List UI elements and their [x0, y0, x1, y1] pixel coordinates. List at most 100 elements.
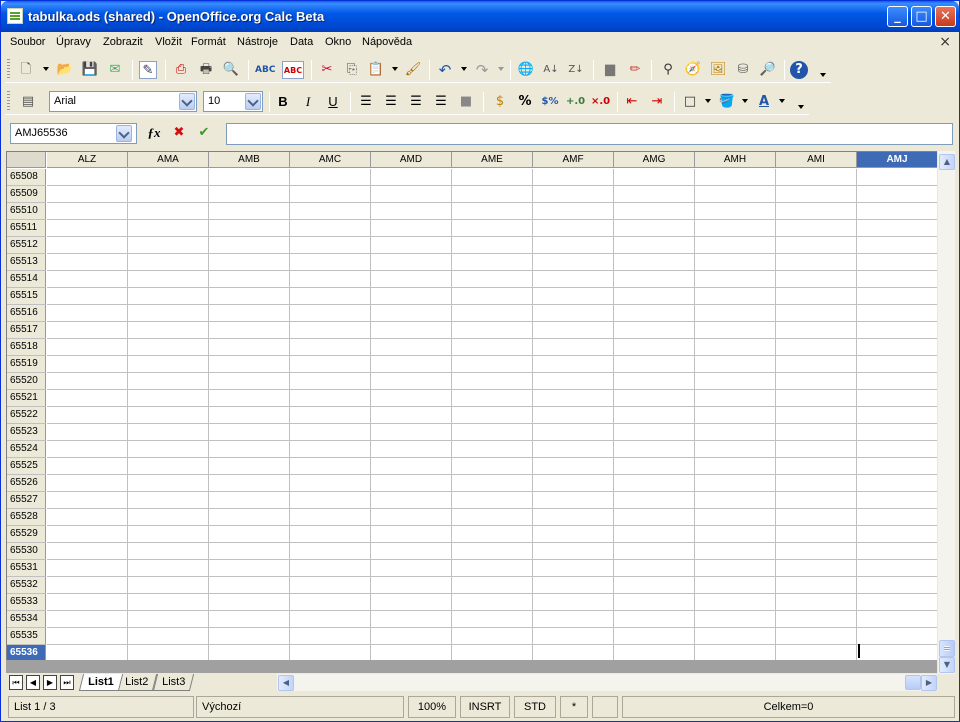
menu-napoveda[interactable]: Nápověda	[362, 36, 412, 48]
toolbar-overflow-icon[interactable]	[798, 105, 804, 109]
row-header[interactable]: 65521	[7, 390, 46, 407]
name-box-dropdown[interactable]	[115, 123, 133, 144]
menu-format[interactable]: Formát	[191, 36, 226, 48]
row-header[interactable]: 65535	[7, 628, 46, 645]
scroll-down-icon[interactable]: ▼	[939, 657, 955, 673]
print-icon[interactable]: 🖶	[197, 61, 215, 79]
borders-dropdown-icon[interactable]	[705, 99, 711, 103]
font-size-combo[interactable]: 10	[203, 91, 263, 112]
column-header[interactable]: AMF	[533, 152, 614, 168]
navigator-icon[interactable]: 🧭	[684, 61, 702, 79]
menu-zobrazit[interactable]: Zobrazit	[103, 36, 143, 48]
borders-icon[interactable]: □	[681, 93, 699, 111]
last-sheet-icon[interactable]: ⏭	[60, 675, 74, 690]
first-sheet-icon[interactable]: ⏮	[9, 675, 23, 690]
open-folder-icon[interactable]: 📂	[56, 61, 74, 79]
row-header[interactable]: 65520	[7, 373, 46, 390]
row-header[interactable]: 65518	[7, 339, 46, 356]
maximize-button[interactable]: □	[911, 6, 932, 27]
toolbar-overflow-icon[interactable]	[820, 73, 826, 77]
chart-icon[interactable]: ▆	[601, 61, 619, 79]
row-header[interactable]: 65530	[7, 543, 46, 560]
delete-decimal-icon[interactable]: ×.0	[591, 93, 610, 111]
status-sum[interactable]: Celkem=0	[622, 696, 955, 718]
row-header[interactable]: 65514	[7, 271, 46, 288]
percent-format-button[interactable]: %	[516, 93, 534, 111]
gallery-icon[interactable]: 🖼	[709, 61, 727, 79]
undo-dropdown-icon[interactable]	[461, 67, 467, 71]
merge-cells-icon[interactable]: ■	[457, 93, 475, 111]
column-header[interactable]: AMB	[209, 152, 290, 168]
background-color-icon[interactable]: 🪣	[718, 93, 736, 111]
sheet-tab-list3[interactable]: List3	[152, 674, 195, 691]
email-document-icon[interactable]: ✉	[106, 61, 124, 79]
toolbar-grip[interactable]	[7, 91, 10, 111]
status-page-style[interactable]: Výchozí	[196, 696, 404, 718]
row-header[interactable]: 65533	[7, 594, 46, 611]
column-header[interactable]: AMG	[614, 152, 695, 168]
draw-functions-icon[interactable]: ✏	[626, 61, 644, 79]
column-header[interactable]: AMH	[695, 152, 776, 168]
sheet-tab-list1[interactable]: List1	[78, 674, 123, 691]
title-bar[interactable]: tabulka.ods (shared) - OpenOffice.org Ca…	[1, 1, 959, 32]
menu-soubor[interactable]: Soubor	[10, 36, 45, 48]
close-button[interactable]: ✕	[935, 6, 956, 27]
autospellcheck-icon[interactable]: ABC	[282, 61, 304, 79]
export-pdf-icon[interactable]: ⎙	[172, 61, 190, 79]
row-header[interactable]: 65531	[7, 560, 46, 577]
select-all-corner[interactable]	[7, 152, 46, 168]
font-size-dropdown-icon[interactable]	[245, 93, 261, 110]
row-header[interactable]: 65516	[7, 305, 46, 322]
new-dropdown-icon[interactable]	[43, 67, 49, 71]
vertical-scroll-thumb[interactable]	[939, 640, 955, 657]
cut-icon[interactable]: ✂	[318, 61, 336, 79]
cancel-edit-icon[interactable]: ✖	[170, 124, 188, 142]
font-color-dropdown-icon[interactable]	[779, 99, 785, 103]
row-header[interactable]: 65534	[7, 611, 46, 628]
row-header[interactable]: 65524	[7, 441, 46, 458]
font-color-icon[interactable]: A	[755, 93, 773, 111]
copy-icon[interactable]: ⎘	[343, 61, 361, 79]
undo-icon[interactable]: ↶	[436, 61, 454, 79]
row-header[interactable]: 65525	[7, 458, 46, 475]
font-name-dropdown-icon[interactable]	[179, 93, 195, 110]
row-header[interactable]: 65508	[7, 169, 46, 186]
accept-edit-icon[interactable]: ✔	[195, 124, 213, 142]
sort-ascending-icon[interactable]: A↓	[542, 61, 560, 79]
currency-format-icon[interactable]: $	[491, 93, 509, 111]
horizontal-scroll-thumb[interactable]	[905, 675, 921, 690]
column-header[interactable]: AMI	[776, 152, 857, 168]
menu-data[interactable]: Data	[290, 36, 313, 48]
row-header[interactable]: 65510	[7, 203, 46, 220]
edit-file-icon[interactable]: ✎	[139, 61, 157, 79]
paste-dropdown-icon[interactable]	[392, 67, 398, 71]
find-replace-icon[interactable]: ⚲	[659, 61, 677, 79]
row-header[interactable]: 65517	[7, 322, 46, 339]
name-box-dropdown-icon[interactable]	[116, 125, 132, 142]
save-icon[interactable]: 💾	[81, 61, 99, 79]
row-header[interactable]: 65526	[7, 475, 46, 492]
styles-formatting-icon[interactable]: ▤	[19, 93, 37, 111]
format-paintbrush-icon[interactable]: 🖌	[404, 61, 422, 79]
column-header[interactable]: AMJ	[857, 152, 937, 168]
row-header[interactable]: 65513	[7, 254, 46, 271]
font-name-combo[interactable]: Arial	[49, 91, 197, 112]
document-close-icon[interactable]: ×	[939, 34, 951, 50]
minimize-button[interactable]: _	[887, 6, 908, 27]
justify-icon[interactable]: ☰	[432, 93, 450, 111]
data-sources-icon[interactable]: ⛁	[734, 61, 752, 79]
prev-sheet-icon[interactable]: ◀	[26, 675, 40, 690]
align-left-icon[interactable]: ☰	[357, 93, 375, 111]
help-icon[interactable]: ?	[790, 61, 808, 79]
spellcheck-icon[interactable]: ABC	[255, 61, 275, 79]
row-header[interactable]: 65527	[7, 492, 46, 509]
row-header[interactable]: 65529	[7, 526, 46, 543]
row-header[interactable]: 65528	[7, 509, 46, 526]
row-header[interactable]: 65519	[7, 356, 46, 373]
column-header[interactable]: AME	[452, 152, 533, 168]
status-selection-mode[interactable]: STD	[514, 696, 556, 718]
underline-button[interactable]: U	[324, 93, 342, 111]
function-wizard-icon[interactable]: ƒx	[145, 124, 163, 142]
row-header[interactable]: 65532	[7, 577, 46, 594]
background-color-dropdown-icon[interactable]	[742, 99, 748, 103]
